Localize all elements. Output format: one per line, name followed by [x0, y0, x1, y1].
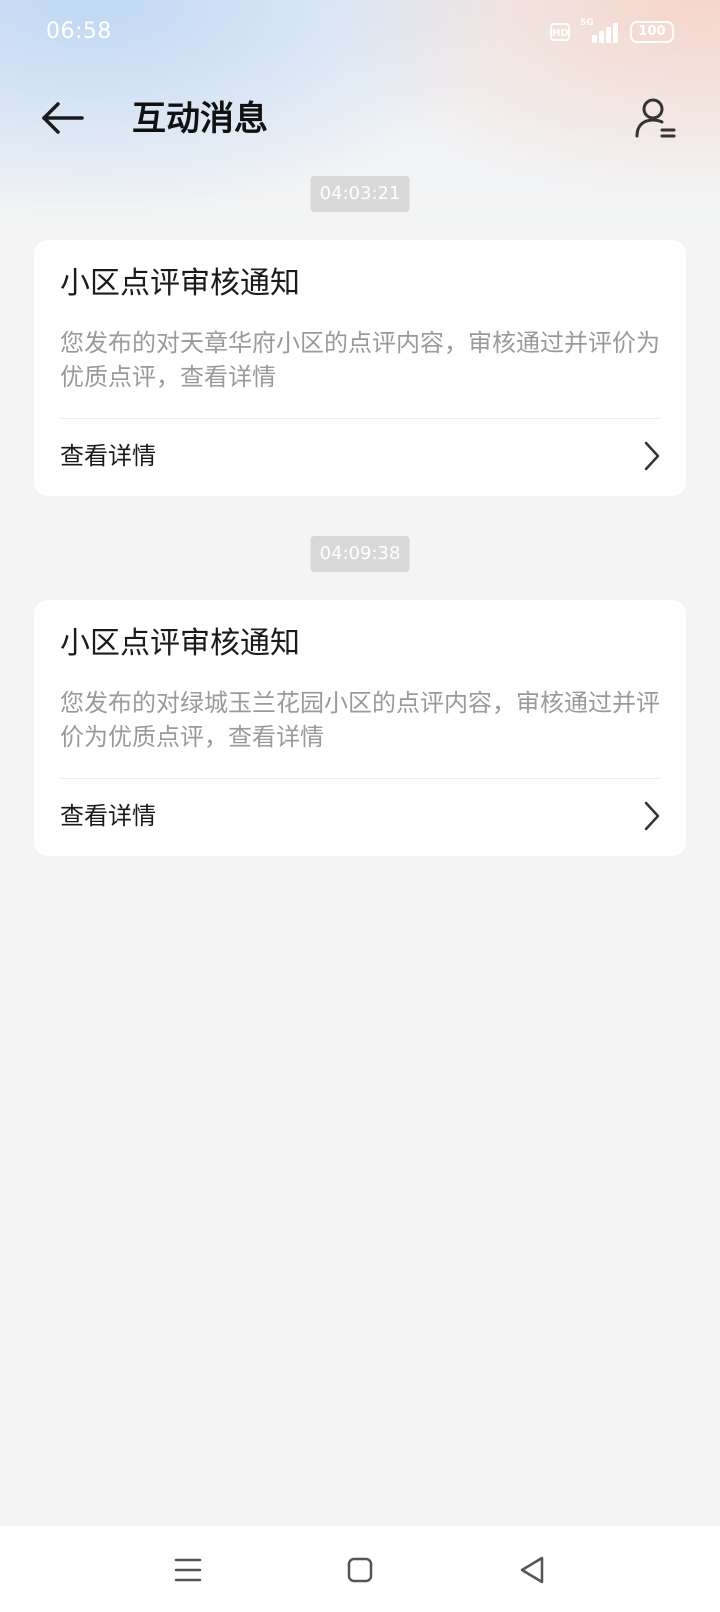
message-title: 小区点评审核通知 [60, 626, 300, 661]
recent-apps-button[interactable] [164, 1546, 212, 1594]
chevron-right-icon [644, 441, 660, 471]
status-bar: 06:58 HD 5G 100 [0, 0, 720, 64]
back-button[interactable] [34, 96, 90, 140]
status-time: 06:58 [46, 19, 112, 44]
message-time: 04:03:21 [310, 176, 410, 212]
arrow-left-icon [42, 102, 84, 134]
back-triangle-icon [520, 1556, 544, 1584]
user-settings-icon [635, 98, 676, 138]
message-time: 04:09:38 [310, 536, 410, 572]
message-card: 小区点评审核通知 您发布的对天章华府小区的点评内容，审核通过并评价为优质点评，查… [34, 240, 686, 496]
hd-icon: HD [550, 23, 570, 41]
system-nav-bar [0, 1526, 720, 1612]
message-card: 小区点评审核通知 您发布的对绿城玉兰花园小区的点评内容，审核通过并评价为优质点评… [34, 600, 686, 856]
network-type: 5G [580, 18, 594, 28]
message-title: 小区点评审核通知 [60, 266, 300, 301]
menu-icon [174, 1558, 202, 1582]
view-details-link[interactable]: 查看详情 [34, 779, 686, 856]
chevron-right-icon [644, 801, 660, 831]
status-icons: HD 5G 100 [550, 18, 674, 44]
signal-icon: 5G [580, 18, 620, 43]
view-details-label: 查看详情 [60, 802, 156, 830]
profile-button[interactable] [632, 94, 680, 142]
message-body: 您发布的对天章华府小区的点评内容，审核通过并评价为优质点评，查看详情 [60, 329, 660, 391]
home-square-icon [347, 1557, 373, 1583]
message-body: 您发布的对绿城玉兰花园小区的点评内容，审核通过并评价为优质点评，查看详情 [60, 689, 660, 751]
battery-icon: 100 [630, 21, 674, 43]
page-title: 互动消息 [132, 99, 268, 139]
app-header: 互动消息 [0, 84, 720, 154]
view-details-link[interactable]: 查看详情 [34, 419, 686, 496]
system-back-button[interactable] [508, 1546, 556, 1594]
home-button[interactable] [336, 1546, 384, 1594]
view-details-label: 查看详情 [60, 442, 156, 470]
